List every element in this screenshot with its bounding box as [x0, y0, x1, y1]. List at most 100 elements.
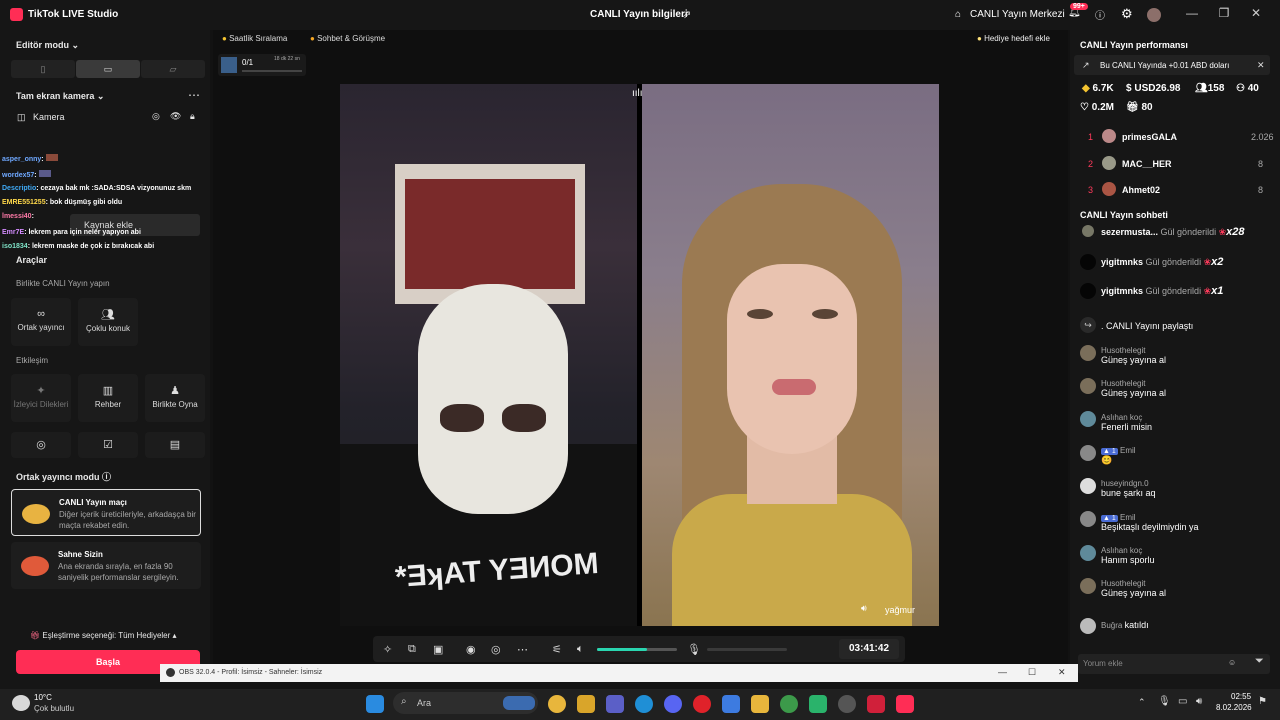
- capture-icon[interactable]: ◎: [491, 643, 501, 656]
- more-icon[interactable]: ⋯: [188, 88, 200, 102]
- layout-icon[interactable]: ⧉: [408, 643, 416, 656]
- match-option-dropdown[interactable]: 🎁︎ Eşleştirme seçeneği: Tüm Hediyeler ▴: [30, 631, 177, 640]
- shares-stat: ⚇ 40: [1236, 83, 1259, 94]
- magic-icon[interactable]: ✧: [383, 643, 392, 656]
- gift-goal-button[interactable]: ● Hediye hedefi ekle: [977, 32, 1050, 46]
- avatar: [1082, 225, 1094, 237]
- sliders-icon[interactable]: ⚟: [552, 643, 562, 656]
- maximize-icon[interactable]: ☐: [1028, 667, 1036, 678]
- avatar: [1080, 283, 1096, 299]
- link-icon: ∞: [37, 308, 45, 320]
- camera-source-label[interactable]: Kamera: [33, 112, 65, 122]
- bulb-icon: ●: [977, 34, 982, 43]
- ranking-row[interactable]: 2 MAC__HER 8: [1088, 156, 1280, 170]
- more-icon[interactable]: ⋯: [517, 643, 528, 656]
- stage-icon: [21, 556, 49, 576]
- gift-event: sezermusta... Gül gönderildi ❀x28: [1101, 226, 1245, 238]
- opera-icon[interactable]: [693, 695, 711, 713]
- video-preview[interactable]: *ƎʞAT YƎИOM ıılı 🔊︎ yağmur: [340, 84, 939, 626]
- live-match-card[interactable]: CANLI Yayın maçı Diğer içerik üreticiler…: [11, 489, 201, 536]
- live-info-title[interactable]: CANLI Yayın bilgileri: [590, 9, 688, 20]
- screen-icon[interactable]: ▣: [433, 643, 443, 656]
- viewer-wishes-tool[interactable]: ✦ İzleyici Dilekleri: [11, 374, 71, 422]
- hourly-ranking-pill[interactable]: ● Saatlik Sıralama: [222, 32, 287, 46]
- record-icon[interactable]: ◉: [466, 643, 476, 656]
- chrome-active-icon[interactable]: [780, 695, 798, 713]
- multi-guest-tool[interactable]: 👥︎ Çoklu konuk: [78, 298, 138, 346]
- windows-start-icon[interactable]: [366, 695, 384, 713]
- tool-more-2[interactable]: ☑: [78, 432, 138, 458]
- tiktok-taskbar-icon[interactable]: [896, 695, 914, 713]
- chrome-icon[interactable]: [548, 695, 566, 713]
- gear-icon[interactable]: ⚙: [1121, 6, 1133, 22]
- youtube-icon[interactable]: [867, 695, 885, 713]
- lock-icon[interactable]: 🔒︎: [190, 111, 195, 122]
- minimize-icon[interactable]: —: [998, 667, 1007, 677]
- avatar: [1080, 478, 1096, 494]
- editor-mode-dropdown[interactable]: Editör modu ⌄: [16, 40, 79, 51]
- landscape-icon[interactable]: ▭: [76, 60, 140, 78]
- close-icon[interactable]: ✕: [1058, 667, 1066, 678]
- teams-icon[interactable]: [606, 695, 624, 713]
- guest-video: [642, 84, 939, 626]
- dress: [672, 494, 912, 626]
- folder-icon[interactable]: [577, 695, 595, 713]
- checklist-icon: ☑: [103, 439, 113, 451]
- minimize-icon[interactable]: —: [1182, 6, 1202, 20]
- close-icon[interactable]: ✕: [1246, 6, 1266, 20]
- tray-up-icon[interactable]: ⌃: [1138, 697, 1146, 708]
- speaker-icon[interactable]: 🔊︎: [861, 603, 867, 614]
- filter-icon[interactable]: ⏷: [1255, 655, 1264, 668]
- mail-icon[interactable]: [722, 695, 740, 713]
- close-icon[interactable]: ✕: [1257, 60, 1265, 71]
- play-together-tool[interactable]: ♟ Birlikte Oyna: [145, 374, 205, 422]
- users-icon: 👥︎: [101, 309, 115, 321]
- ranking-row[interactable]: 3 Ahmet02 8: [1088, 182, 1280, 196]
- whatsapp-icon[interactable]: [809, 695, 827, 713]
- clock-date[interactable]: 8.02.2026: [1216, 703, 1252, 712]
- tool-more-3[interactable]: ▤: [145, 432, 205, 458]
- avatar[interactable]: [1147, 8, 1161, 22]
- help-icon[interactable]: ⓘ: [1095, 7, 1105, 22]
- clock-time[interactable]: 02:55: [1231, 692, 1251, 701]
- gift-goal-widget: 0/1 18 dk 22 sn: [218, 54, 306, 76]
- chevron-down-icon: ⌄: [71, 40, 80, 50]
- cohost-tool[interactable]: ∞ Ortak yayıncı: [11, 298, 71, 346]
- level-badge: ▲ 1: [1101, 515, 1118, 522]
- portrait-icon[interactable]: ▯: [11, 60, 75, 78]
- home-icon[interactable]: ⌂: [955, 9, 961, 20]
- discord-icon[interactable]: [664, 695, 682, 713]
- avatar: [1080, 618, 1096, 634]
- ranking-row[interactable]: 1 primesGALA 2.026: [1088, 129, 1280, 143]
- tool-more-1[interactable]: ◎: [11, 432, 71, 458]
- volume-icon[interactable]: 🔊︎: [1196, 696, 1202, 707]
- volume-slider[interactable]: [597, 648, 677, 651]
- explorer-icon[interactable]: [751, 695, 769, 713]
- target-icon[interactable]: ◎: [152, 111, 160, 122]
- comment-input[interactable]: Yorum ekle ☺: [1078, 654, 1270, 674]
- share-icon[interactable]: ⇗: [682, 8, 691, 21]
- chat-call-pill[interactable]: ● Sohbet & Görüşme: [310, 32, 385, 46]
- mic-slider[interactable]: [707, 648, 787, 651]
- chat-comment: Aslıhan koç Fenerli misin: [1101, 413, 1153, 432]
- notification-icon[interactable]: ⚑: [1258, 696, 1267, 707]
- edge-icon[interactable]: [635, 695, 653, 713]
- obs-window-bar[interactable]: OBS 32.0.4 - Profil: İsimsiz - Sahneler:…: [160, 664, 1078, 682]
- diamonds-stat: ◆ 6.7K: [1082, 83, 1114, 94]
- guide-tool[interactable]: ▥ Rehber: [78, 374, 138, 422]
- poster-art: [405, 179, 575, 289]
- mic-icon[interactable]: 🎙︎: [687, 643, 701, 656]
- live-center-link[interactable]: CANLI Yayın Merkezi: [970, 9, 1065, 20]
- mic-icon[interactable]: 🎙︎: [1158, 696, 1171, 707]
- taskbar-search[interactable]: ⌕ Ara: [393, 692, 538, 714]
- scene-dropdown[interactable]: Tam ekran kamera ⌄: [16, 91, 104, 102]
- card-title: CANLI Yayın maçı: [59, 498, 127, 507]
- stage-card[interactable]: Sahne Sizin Ana ekranda sırayla, en fazl…: [11, 542, 201, 589]
- volume-icon[interactable]: 🔈︎: [577, 643, 584, 656]
- maximize-icon[interactable]: ❐: [1214, 6, 1234, 20]
- eye-icon[interactable]: 👁︎: [170, 111, 181, 122]
- network-icon[interactable]: ▭: [1178, 696, 1187, 707]
- obs-taskbar-icon[interactable]: [838, 695, 856, 713]
- chat-comment: ▲ 1 Emil 😊: [1101, 446, 1136, 465]
- dual-screen-icon[interactable]: ▱: [141, 60, 205, 78]
